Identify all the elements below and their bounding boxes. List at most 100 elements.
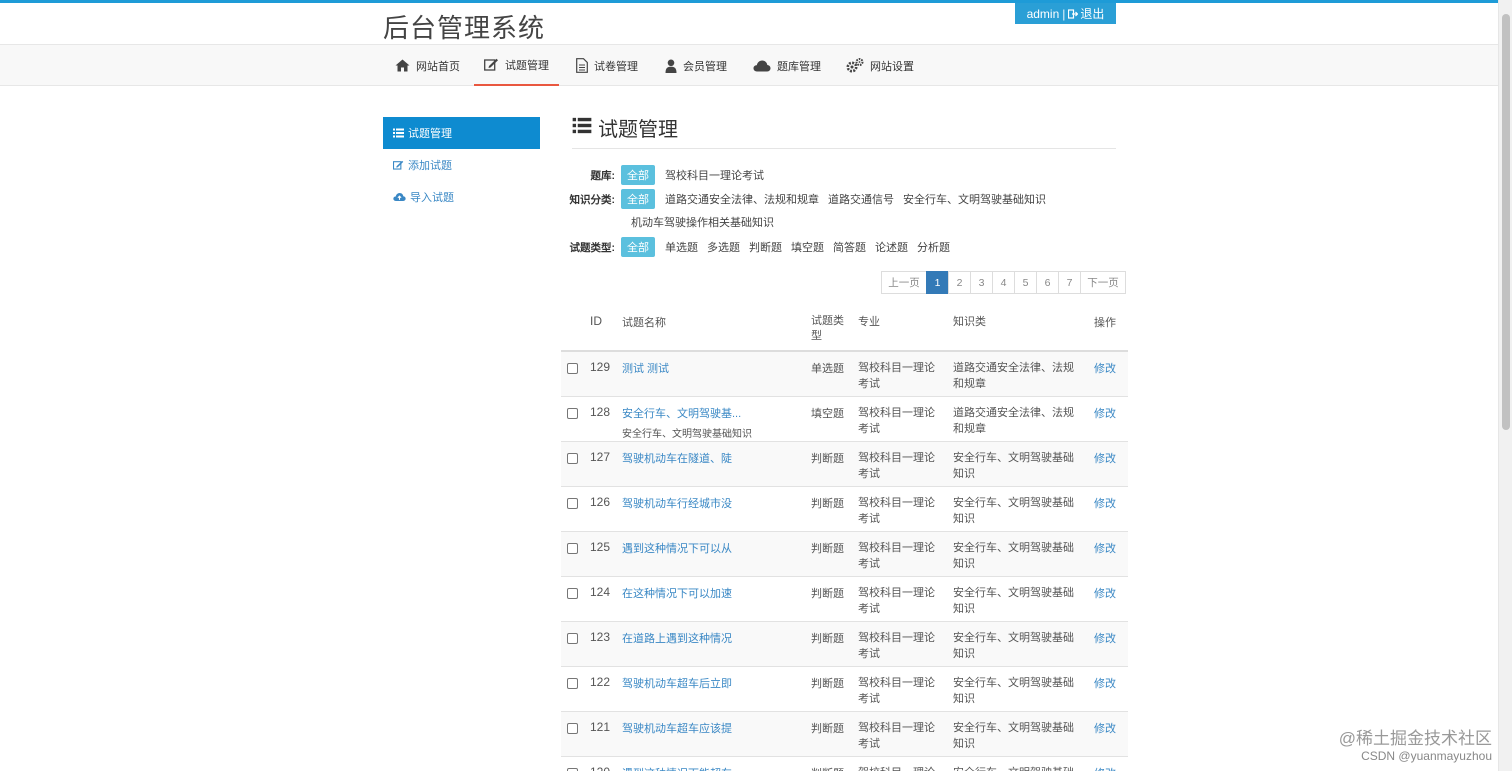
table-row: 122 驾驶机动车超车后立即 判断题 驾校科目一理论 考试 安全行车、文明驾驶基础 知识 修改 — [561, 667, 1128, 712]
row-major-line1: 驾校科目一理论 — [858, 765, 953, 771]
row-major: 驾校科目一理论考试 — [858, 675, 953, 711]
sidebar-item-question-mgmt[interactable]: 试题管理 — [383, 117, 540, 149]
row-id: 128 — [590, 405, 611, 419]
col-type: 试题类 型 — [811, 314, 858, 350]
filter-option[interactable]: 单选题 — [665, 239, 698, 255]
row-major: 驾校科目一理论考试 — [858, 720, 953, 756]
row-name-link[interactable]: 在道路上遇到这种情况 — [622, 630, 811, 646]
row-checkbox[interactable] — [567, 498, 578, 509]
row-edit-link[interactable]: 修改 — [1094, 678, 1116, 690]
next-page-button[interactable]: 下一页 — [1080, 271, 1126, 294]
page-scrollbar[interactable] — [1498, 0, 1512, 771]
page-2-button[interactable]: 2 — [948, 271, 971, 294]
table-row: 128 安全行车、文明驾驶基... 安全行车、文明驾驶基础知识 填空题 驾校科目一理论考… — [561, 397, 1128, 442]
row-name-link[interactable]: 在这种情况下可以加速 — [622, 585, 811, 601]
row-major-line1: 驾校科目一理论 — [858, 452, 935, 464]
filter-option[interactable]: 安全行车、文明驾驶基础知识 — [903, 191, 1046, 207]
row-major: 驾校科目一理论考试 — [858, 540, 953, 576]
filter-all-button[interactable]: 全部 — [621, 189, 655, 209]
header: 后台管理系统 admin | 退出 — [0, 3, 1498, 44]
row-name-link[interactable]: 测试 测试 — [622, 360, 811, 376]
row-checkbox[interactable] — [567, 543, 578, 554]
row-knowledge-line1: 安全行车、文明驾驶基础 — [953, 497, 1074, 509]
prev-page-button[interactable]: 上一页 — [881, 271, 927, 294]
filter-option[interactable]: 道路交通信号 — [828, 191, 894, 207]
row-knowledge-line1: 安全行车、文明驾驶基础 — [953, 587, 1074, 599]
username[interactable]: admin — [1027, 7, 1060, 21]
filter-option[interactable]: 填空题 — [791, 239, 824, 255]
row-checkbox[interactable] — [567, 363, 578, 374]
page-3-button[interactable]: 3 — [970, 271, 993, 294]
filter-all-button[interactable]: 全部 — [621, 237, 655, 257]
row-edit-link[interactable]: 修改 — [1094, 543, 1116, 555]
row-name-link[interactable]: 安全行车、文明驾驶基... — [622, 405, 811, 421]
row-edit-link[interactable]: 修改 — [1094, 588, 1116, 600]
scrollbar-thumb[interactable] — [1502, 14, 1510, 430]
row-name-link[interactable]: 驾驶机动车在隧道、陡 — [622, 450, 811, 466]
nav-question-mgmt[interactable]: 试题管理 — [474, 45, 559, 86]
row-knowledge-line1: 安全行车、文明驾驶基础 — [953, 542, 1074, 554]
row-edit-link[interactable]: 修改 — [1094, 723, 1116, 735]
filter-option[interactable]: 简答题 — [833, 239, 866, 255]
sidebar-item-add-question[interactable]: 添加试题 — [383, 149, 540, 181]
edit-icon — [484, 58, 498, 71]
nav-site-settings[interactable]: 网站设置 — [836, 45, 924, 86]
row-major-line1: 驾校科目一理论 — [858, 407, 935, 419]
page-5-button[interactable]: 5 — [1014, 271, 1037, 294]
filter-option[interactable]: 道路交通安全法律、法规和规章 — [665, 191, 819, 207]
filter-option[interactable]: 判断题 — [749, 239, 782, 255]
row-major-line1: 驾校科目一理论 — [858, 542, 935, 554]
list-icon — [572, 117, 592, 134]
row-edit-link[interactable]: 修改 — [1094, 363, 1116, 375]
row-name-cell: 驾驶机动车行经城市没 — [622, 495, 811, 531]
row-checkbox[interactable] — [567, 633, 578, 644]
row-id: 120 — [590, 765, 622, 771]
row-id: 123 — [590, 630, 611, 644]
row-knowledge: 安全行车、文明驾驶基础知识 — [953, 630, 1094, 666]
row-knowledge-line2: 和规章 — [953, 378, 986, 390]
nav-member-mgmt[interactable]: 会员管理 — [655, 45, 737, 86]
site-title: 后台管理系统 — [383, 13, 546, 43]
sidebar-item-import-question[interactable]: 导入试题 — [383, 181, 540, 213]
watermark-line1: @稀土掘金技术社区 — [1338, 729, 1492, 748]
table-row: 127 驾驶机动车在隧道、陡 判断题 驾校科目一理论 考试 安全行车、文明驾驶基础 知识 修改 — [561, 442, 1128, 487]
filter-option[interactable]: 驾校科目一理论考试 — [665, 167, 764, 183]
row-knowledge: 安全行车、文明驾驶基础知识 — [953, 675, 1094, 711]
filter-all-button[interactable]: 全部 — [621, 165, 655, 185]
row-name-link[interactable]: 驾驶机动车超车应该提 — [622, 720, 811, 736]
row-name-link[interactable]: 遇到这种情况下能超车 — [622, 765, 811, 771]
user-separator: | — [1062, 6, 1066, 21]
nav-home[interactable]: 网站首页 — [385, 45, 470, 86]
row-edit-link[interactable]: 修改 — [1094, 408, 1116, 420]
filter-category: 知识分类: 全部 道路交通安全法律、法规和规章 道路交通信号 安全行车、文明驾驶… — [561, 189, 1055, 209]
row-knowledge-line1: 道路交通安全法律、法规 — [953, 362, 1074, 374]
filter-option[interactable]: 论述题 — [875, 239, 908, 255]
page-1-button[interactable]: 1 — [926, 271, 949, 294]
row-checkbox[interactable] — [567, 723, 578, 734]
col-id: ID — [590, 314, 602, 328]
row-checkbox[interactable] — [567, 588, 578, 599]
row-checkbox[interactable] — [567, 453, 578, 464]
page-6-button[interactable]: 6 — [1036, 271, 1059, 294]
filter-option[interactable]: 分析题 — [917, 239, 950, 255]
row-name-link[interactable]: 驾驶机动车超车后立即 — [622, 675, 811, 691]
row-name-link[interactable]: 驾驶机动车行经城市没 — [622, 495, 811, 511]
nav-bank-mgmt[interactable]: 题库管理 — [743, 45, 831, 86]
nav-paper-mgmt[interactable]: 试卷管理 — [566, 45, 648, 86]
page-4-button[interactable]: 4 — [992, 271, 1015, 294]
col-name: 试题名称 — [622, 317, 666, 329]
row-name-link[interactable]: 遇到这种情况下可以从 — [622, 540, 811, 556]
row-type: 判断题 — [811, 633, 844, 645]
row-edit-link[interactable]: 修改 — [1094, 453, 1116, 465]
filter-option[interactable]: 多选题 — [707, 239, 740, 255]
row-name-cell: 驾驶机动车在隧道、陡 — [622, 450, 811, 486]
page-7-button[interactable]: 7 — [1058, 271, 1081, 294]
row-checkbox[interactable] — [567, 408, 578, 419]
row-checkbox[interactable] — [567, 678, 578, 689]
row-knowledge-line2: 知识 — [953, 558, 975, 570]
row-edit-link[interactable]: 修改 — [1094, 498, 1116, 510]
row-edit-link[interactable]: 修改 — [1094, 633, 1116, 645]
logout-button[interactable]: 退出 — [1068, 5, 1104, 22]
filter-option[interactable]: 机动车驾驶操作相关基础知识 — [631, 214, 774, 230]
row-major: 驾校科目一理论考试 — [858, 765, 953, 771]
